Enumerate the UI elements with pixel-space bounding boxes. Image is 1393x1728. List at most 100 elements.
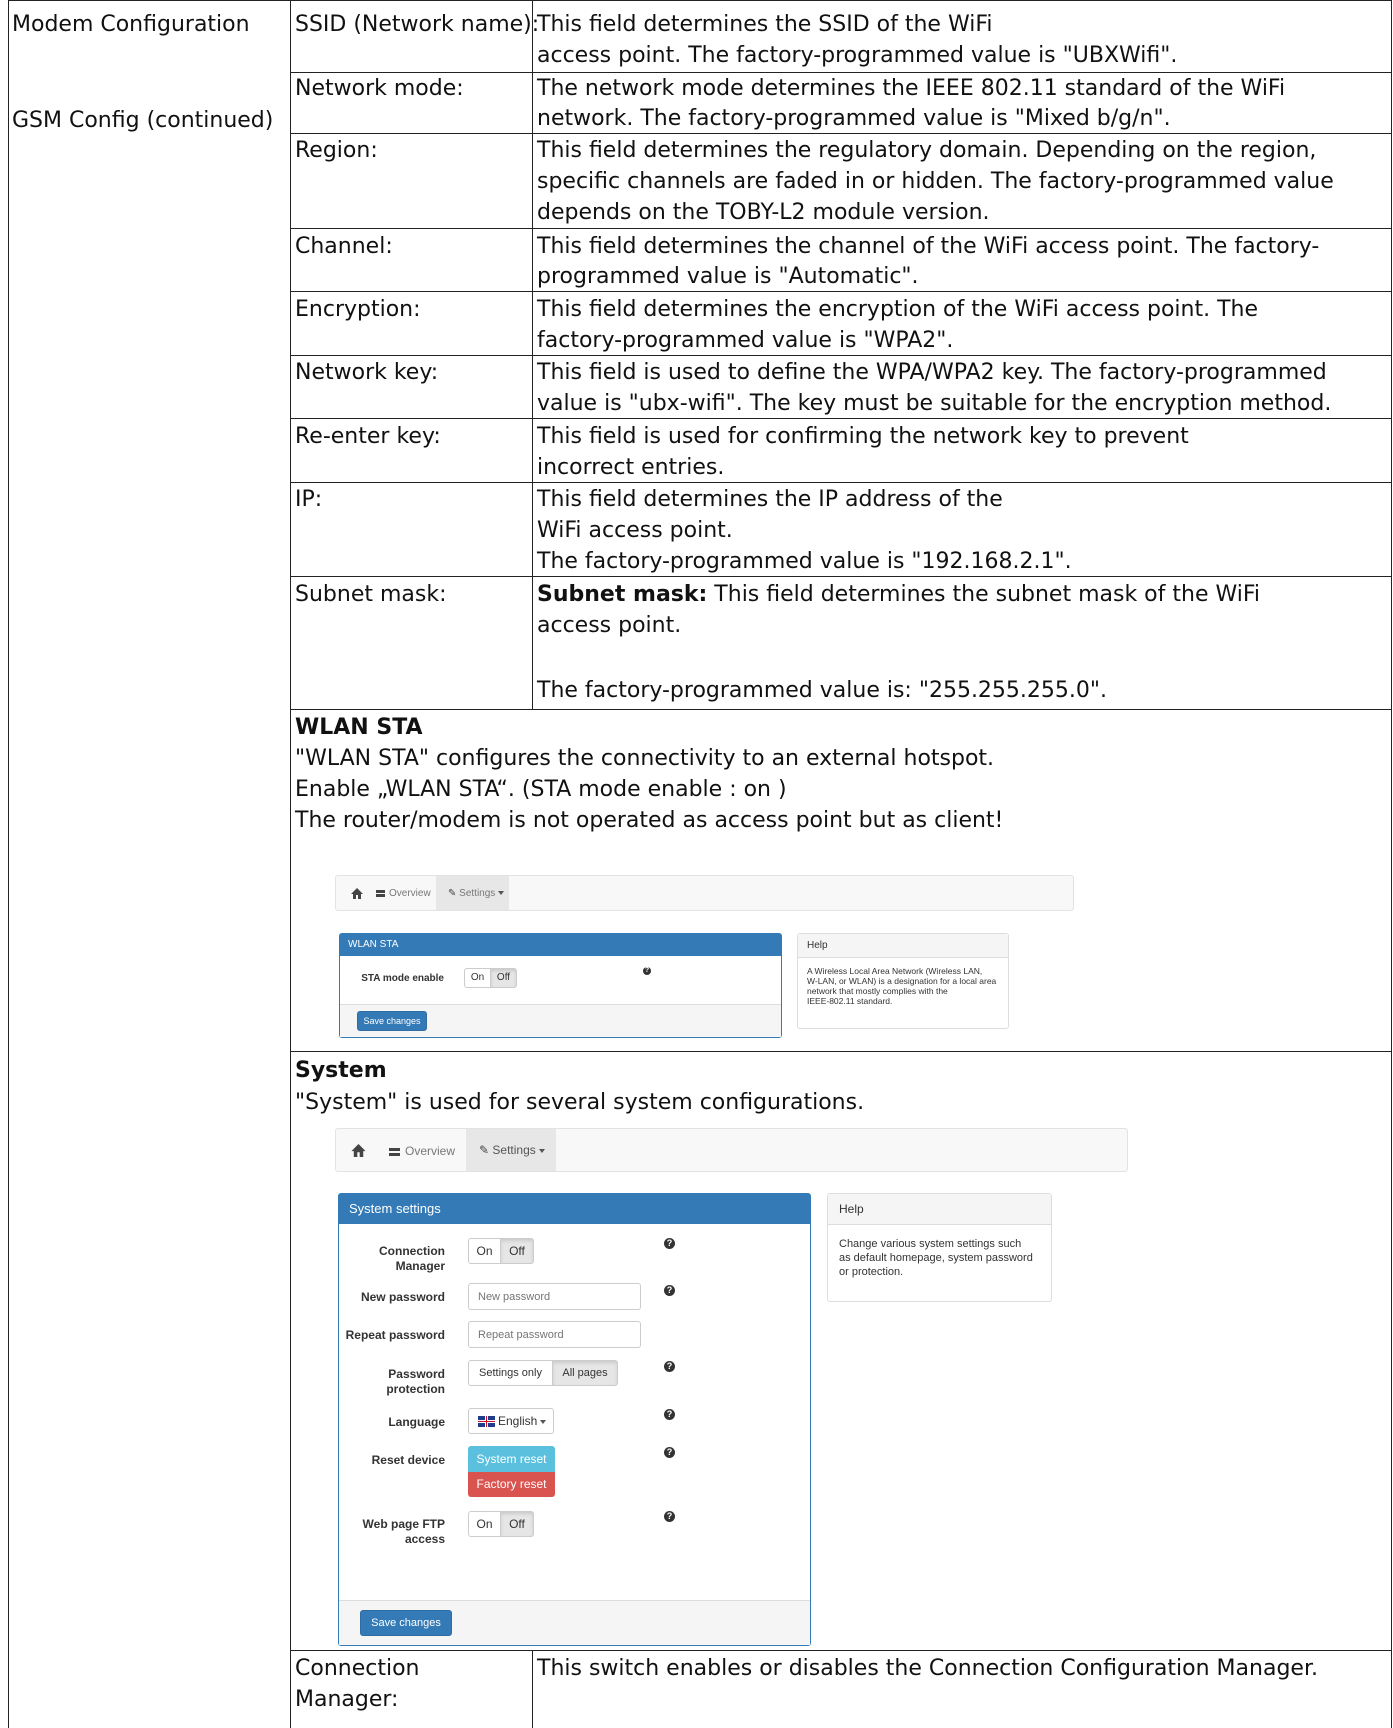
all-pages-button[interactable]: All pages [552,1360,618,1386]
system-screenshot: Overview ✎ Settings System settings Conn… [335,1128,1130,1648]
row-desc: This switch enables or disables the Conn… [537,1656,1318,1681]
wrench-icon: ✎ [479,1143,490,1157]
row-desc: access point. The factory-programmed val… [537,43,1178,68]
row-label: IP: [295,487,323,512]
save-button[interactable]: Save changes [357,1011,427,1031]
help-title: Help [798,934,1008,958]
question-icon[interactable]: ? [664,1447,675,1458]
row-sep [290,709,1391,710]
table-divider-col1 [290,0,291,1728]
caret-down-icon [540,1419,547,1424]
connection-manager-on-button[interactable]: On [468,1238,501,1264]
row-sep [290,72,1391,73]
save-button[interactable]: Save changes [360,1610,452,1636]
row-label: SSID (Network name): [295,12,540,37]
row-desc: WiFi access point. [537,518,733,543]
new-password-label: New password [360,1290,445,1304]
wlan-sta-heading: WLAN STA [295,715,423,740]
language-dropdown[interactable]: English [468,1408,554,1434]
row-sep [290,482,1391,483]
row-desc: This field determines the encryption of … [537,297,1259,322]
row-desc: This field determines the IP address of … [537,487,1003,512]
subsection-title: GSM Config (continued) [12,108,274,133]
help-title: Help [828,1194,1051,1225]
row-desc: network. The factory-programmed value is… [537,106,1171,131]
language-label: Language [388,1415,445,1429]
ftp-on-button[interactable]: On [468,1511,501,1537]
panel-footer: Save changes [339,1600,810,1645]
repeat-password-input[interactable] [468,1321,641,1348]
row-desc: This field determines the SSID of the Wi… [537,12,993,37]
help-text: Change various system settings such as d… [839,1238,1033,1278]
nav-overview[interactable]: Overview [376,888,431,899]
document-page: Modem Configuration GSM Config (continue… [0,0,1393,1728]
panel-title: System settings [339,1194,810,1224]
help-panel: Help Change various system settings such… [827,1193,1052,1302]
row-sep [290,228,1391,229]
row-desc-bold: Subnet mask: [537,582,708,607]
help-panel: Help A Wireless Local Area Network (Wire… [797,933,1009,1029]
row-label: Subnet mask: [295,582,447,607]
sta-off-button[interactable]: Off [490,968,517,988]
row-desc: The factory-programmed value is: "255.25… [537,678,1108,703]
reset-device-label: Reset device [371,1453,445,1467]
row-label: Connection [295,1656,420,1681]
repeat-password-label: Repeat password [345,1328,445,1342]
panel-footer: Save changes [340,1004,781,1037]
ftp-access-label: Web page FTP access [362,1517,445,1546]
password-protection-label: Password protection [386,1367,445,1396]
help-text: A Wireless Local Area Network (Wireless … [807,966,997,1006]
section-title: Modem Configuration [12,12,250,37]
nav-settings[interactable]: ✎ Settings [479,1143,545,1157]
overview-icon [376,889,385,897]
question-icon[interactable]: ? [664,1511,675,1522]
row-desc: This field is used for confirming the ne… [537,424,1189,449]
table-divider-col2-bottom [532,1650,533,1728]
row-desc: The factory-programmed value is "192.168… [537,549,1072,574]
row-label: Region: [295,138,378,163]
row-label: Re-enter key: [295,424,441,449]
system-reset-button[interactable]: System reset [468,1446,555,1472]
system-text: "System" is used for several system conf… [295,1090,865,1115]
row-desc: specific channels are faded in or hidden… [537,169,1334,194]
navbar: Overview ✎ Settings [335,1128,1128,1172]
row-label: Network mode: [295,76,464,101]
new-password-input[interactable] [468,1283,641,1310]
row-label: Network key: [295,360,439,385]
question-icon[interactable]: ? [664,1409,675,1420]
nav-overview[interactable]: Overview [389,1144,455,1158]
wlan-sta-text: "WLAN STA" configures the connectivity t… [295,746,995,771]
sta-on-button[interactable]: On [464,968,491,988]
ftp-off-button[interactable]: Off [500,1511,534,1537]
home-icon[interactable] [351,1144,366,1157]
row-desc: factory-programmed value is "WPA2". [537,328,954,353]
question-icon[interactable]: ? [664,1238,675,1249]
wrench-icon: ✎ [448,888,457,899]
panel-title: WLAN STA [340,934,781,956]
connection-manager-label: Connection Manager [379,1244,445,1273]
row-label: Encryption: [295,297,421,322]
row-desc-rest: This field determines the subnet mask of… [707,582,1261,607]
row-desc: access point. [537,613,682,638]
question-icon[interactable]: ? [664,1361,675,1372]
factory-reset-button[interactable]: Factory reset [468,1472,555,1497]
table-border-left [8,0,9,1728]
table-border-top [8,0,1392,1]
table-border-right [1391,0,1392,1728]
row-desc: The network mode determines the IEEE 802… [537,76,1286,101]
row-desc: value is "ubx-wifi". The key must be sui… [537,391,1332,416]
wlan-sta-text: Enable „WLAN STA“. (STA mode enable : on… [295,777,787,802]
question-icon[interactable]: ? [664,1285,675,1296]
row-label: Manager: [295,1687,399,1712]
settings-only-button[interactable]: Settings only [468,1360,553,1386]
row-desc: This field is used to define the WPA/WPA… [537,360,1327,385]
caret-down-icon [498,891,505,896]
connection-manager-off-button[interactable]: Off [500,1238,534,1264]
row-sep [290,1650,1391,1651]
nav-settings[interactable]: ✎ Settings [448,888,505,899]
navbar: Overview ✎ Settings [335,875,1074,911]
question-icon[interactable]: ? [643,967,651,975]
row-desc: programmed value is "Automatic". [537,264,919,289]
home-icon[interactable] [351,888,363,899]
sta-mode-label: STA mode enable [361,973,444,984]
